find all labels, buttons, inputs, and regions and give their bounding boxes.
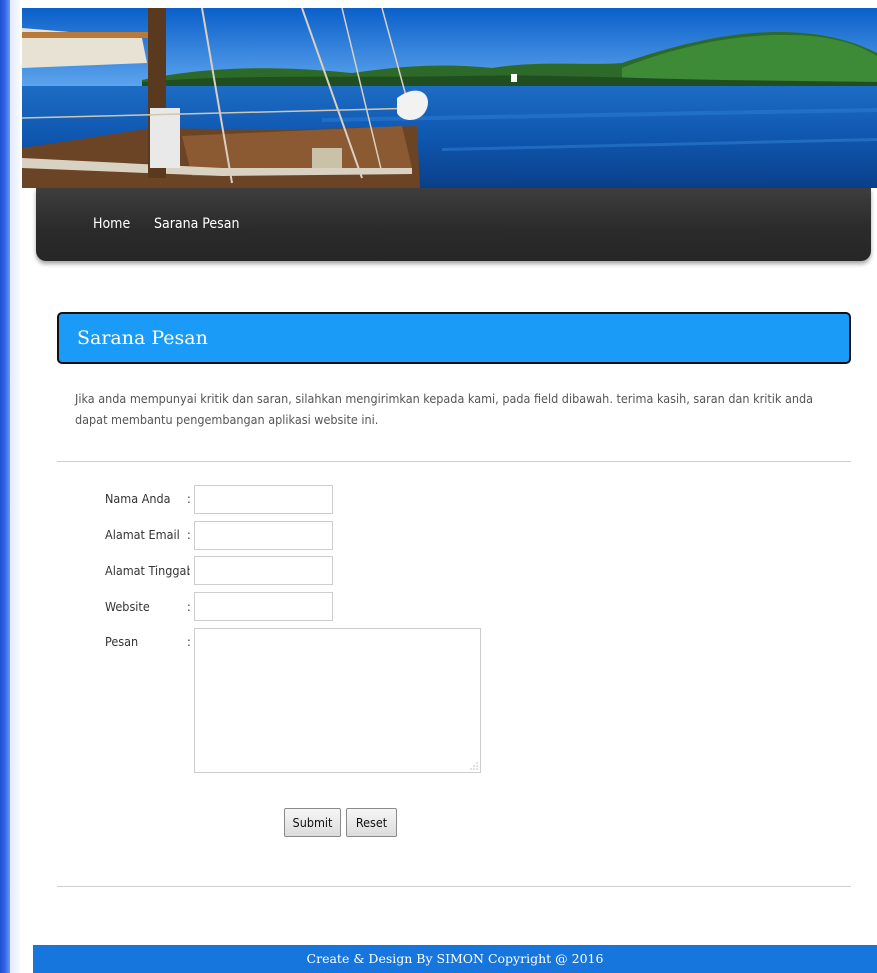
footer-copyright: Create & Design By SIMON Copyright @ 201… xyxy=(306,951,604,966)
divider-bottom xyxy=(57,886,851,887)
resize-grip-icon[interactable] xyxy=(470,762,478,770)
reset-button[interactable]: Reset xyxy=(346,808,397,837)
intro-text: Jika anda mempunyai kritik dan saran, si… xyxy=(75,391,814,427)
page-title: Sarana Pesan xyxy=(77,327,208,349)
header-banner-image xyxy=(22,8,877,188)
pesan-textarea[interactable] xyxy=(194,628,481,773)
alamat-tinggal-label: Alamat Tinggal xyxy=(105,563,190,578)
email-colon: : xyxy=(187,527,191,542)
footer-bar: Create & Design By SIMON Copyright @ 201… xyxy=(33,945,877,973)
section-title-bar: Sarana Pesan xyxy=(57,312,851,364)
nav-home-link[interactable]: Home xyxy=(93,216,130,232)
alamat-tinggal-input[interactable] xyxy=(194,556,333,585)
main-nav-bar: Home Sarana Pesan xyxy=(36,188,871,261)
website-input[interactable] xyxy=(194,592,333,621)
email-input[interactable] xyxy=(194,521,333,550)
left-decorative-strip-light xyxy=(10,0,20,973)
website-label: Website xyxy=(105,599,150,614)
pesan-label: Pesan xyxy=(105,634,139,649)
pesan-colon: : xyxy=(187,634,191,649)
divider-top xyxy=(57,461,851,462)
nama-colon: : xyxy=(187,491,191,506)
left-decorative-strip xyxy=(0,0,10,973)
submit-button[interactable]: Submit xyxy=(284,808,341,837)
website-colon: : xyxy=(187,599,191,614)
nav-sarana-pesan-link[interactable]: Sarana Pesan xyxy=(154,216,239,232)
alamat-tinggal-colon: : xyxy=(187,563,191,578)
nama-label: Nama Anda xyxy=(105,491,171,506)
nama-input[interactable] xyxy=(194,485,333,514)
email-label: Alamat Email xyxy=(105,527,180,542)
